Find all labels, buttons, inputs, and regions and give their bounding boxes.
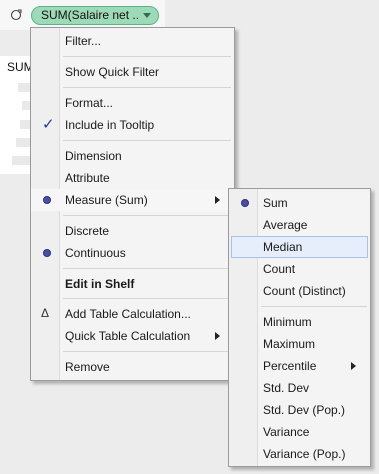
radio-dot-icon bbox=[43, 196, 51, 204]
menu-item-dimension[interactable]: Dimension bbox=[31, 145, 234, 167]
menu-item-include-in-tooltip[interactable]: ✓ Include in Tooltip bbox=[31, 114, 234, 136]
radio-dot-icon bbox=[241, 199, 249, 207]
submenu-item-variance-pop[interactable]: Variance (Pop.) bbox=[229, 443, 370, 465]
measure-pill[interactable]: SUM(Salaire net .. bbox=[31, 6, 159, 25]
menu-item-edit-in-shelf[interactable]: Edit in Shelf bbox=[31, 273, 234, 295]
menu-separator bbox=[63, 268, 231, 269]
menu-separator bbox=[63, 298, 231, 299]
submenu-item-average[interactable]: Average bbox=[229, 214, 370, 236]
menu-item-filter[interactable]: Filter... bbox=[31, 30, 234, 52]
submenu-item-std-dev-pop[interactable]: Std. Dev (Pop.) bbox=[229, 399, 370, 421]
measure-submenu: Sum Average Median Count Count (Distinct… bbox=[228, 188, 371, 467]
menu-item-show-quick-filter[interactable]: Show Quick Filter bbox=[31, 61, 234, 83]
menu-separator bbox=[63, 87, 231, 88]
menu-item-measure[interactable]: Measure (Sum) bbox=[31, 189, 234, 211]
submenu-arrow-icon bbox=[215, 332, 220, 340]
menu-separator bbox=[63, 351, 231, 352]
delta-icon: Δ bbox=[41, 306, 50, 320]
pill-dropdown-icon[interactable] bbox=[143, 13, 151, 18]
menu-item-quick-table-calculation[interactable]: Quick Table Calculation bbox=[31, 325, 234, 347]
submenu-arrow-icon bbox=[215, 196, 220, 204]
radio-dot-icon bbox=[43, 249, 51, 257]
submenu-item-count-distinct[interactable]: Count (Distinct) bbox=[229, 280, 370, 302]
menu-item-discrete[interactable]: Discrete bbox=[31, 220, 234, 242]
submenu-item-minimum[interactable]: Minimum bbox=[229, 311, 370, 333]
menu-item-format[interactable]: Format... bbox=[31, 92, 234, 114]
menu-item-continuous[interactable]: Continuous bbox=[31, 242, 234, 264]
menu-separator bbox=[63, 140, 231, 141]
menu-item-remove[interactable]: Remove bbox=[31, 356, 234, 378]
menu-separator bbox=[63, 215, 231, 216]
menu-separator bbox=[63, 56, 231, 57]
menu-separator bbox=[261, 306, 367, 307]
detail-mark-icon bbox=[10, 9, 22, 21]
measure-pill-label: SUM(Salaire net .. bbox=[41, 8, 140, 22]
submenu-item-std-dev[interactable]: Std. Dev bbox=[229, 377, 370, 399]
submenu-item-median[interactable]: Median bbox=[229, 236, 370, 258]
submenu-item-sum[interactable]: Sum bbox=[229, 192, 370, 214]
submenu-arrow-icon bbox=[351, 362, 356, 370]
submenu-item-percentile[interactable]: Percentile bbox=[229, 355, 370, 377]
submenu-item-count[interactable]: Count bbox=[229, 258, 370, 280]
menu-item-attribute[interactable]: Attribute bbox=[31, 167, 234, 189]
pill-context-menu: Filter... Show Quick Filter Format... ✓ … bbox=[30, 27, 235, 381]
submenu-item-variance[interactable]: Variance bbox=[229, 421, 370, 443]
columns-shelf: SUM(Salaire net .. bbox=[0, 0, 165, 30]
menu-item-add-table-calculation[interactable]: Δ Add Table Calculation... bbox=[31, 303, 234, 325]
check-icon: ✓ bbox=[42, 116, 55, 133]
chart-bar bbox=[12, 156, 32, 165]
submenu-item-maximum[interactable]: Maximum bbox=[229, 333, 370, 355]
